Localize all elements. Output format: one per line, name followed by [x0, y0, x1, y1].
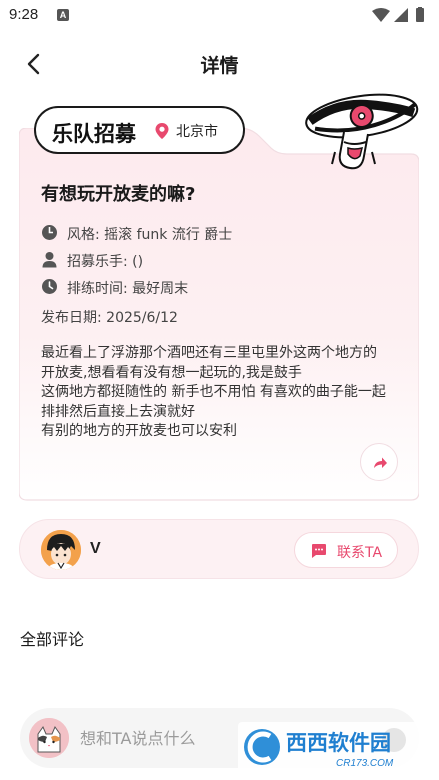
rehearsal-value: 最好周末 [132, 281, 189, 297]
share-arrow-icon [374, 457, 387, 468]
publish-date: 发布日期: 2025/6/12 [41, 310, 178, 326]
watermark-text: 西西软件园 [286, 731, 391, 755]
rehearsal-label: 排练时间: [67, 281, 128, 297]
author-name[interactable]: V [90, 540, 101, 558]
chat-bubble-icon [312, 544, 326, 558]
location-label: 北京市 [176, 124, 218, 140]
category-tag: 乐队招募 北京市 [34, 106, 245, 154]
style-label: 风格: [67, 227, 100, 243]
watermark-url: CR173.COM [336, 758, 394, 769]
notification-icon: A [57, 9, 69, 21]
page-title: 详情 [200, 55, 239, 77]
post-body-line: 排排然后直接上去演就好 [41, 403, 195, 420]
location-pin-icon [155, 123, 169, 139]
signal-icon [394, 8, 408, 22]
style-value: 摇滚 funk 流行 爵士 [104, 227, 233, 243]
contact-button[interactable]: 联系TA [294, 532, 398, 568]
category-label: 乐队招募 [52, 122, 136, 146]
avatar[interactable] [41, 530, 81, 570]
contact-label: 联系TA [337, 545, 383, 561]
my-avatar [29, 718, 69, 758]
clock-icon [42, 279, 57, 294]
status-icons [372, 7, 424, 22]
wifi-icon [372, 8, 390, 22]
status-time: 9:28 [9, 6, 39, 23]
post-body: 最近看上了浮游那个酒吧还有三里屯里外这两个地方的 开放麦,想看看有没有想一起玩的… [41, 344, 407, 442]
post-body-line: 最近看上了浮游那个酒吧还有三里屯里外这两个地方的 [41, 345, 377, 361]
recruit-value: () [132, 254, 144, 270]
author-bar: V 联系TA [19, 519, 419, 579]
status-bar: 9:28 A [0, 0, 439, 32]
share-button[interactable] [360, 443, 398, 481]
battery-icon [416, 8, 424, 22]
person-icon [42, 252, 57, 268]
watermark-logo: 西西软件园 CR173.COM [238, 722, 434, 772]
post-body-line: 这俩地方都挺随性的 新手也不用怕 有喜欢的曲子能一起 [41, 384, 386, 400]
post-title: 有想玩开放麦的嘛? [41, 184, 196, 205]
recruit-label: 招募乐手: [67, 254, 128, 270]
post-body-line: 开放麦,想看看有没有想一起玩的,我是鼓手 [41, 364, 302, 381]
post-body-line: 有别的地方的开放麦也可以安利 [41, 423, 237, 439]
vinyl-record-illustration [305, 93, 419, 170]
comments-heading: 全部评论 [20, 630, 85, 649]
music-disc-icon [42, 225, 57, 240]
header: 详情 [0, 40, 439, 88]
